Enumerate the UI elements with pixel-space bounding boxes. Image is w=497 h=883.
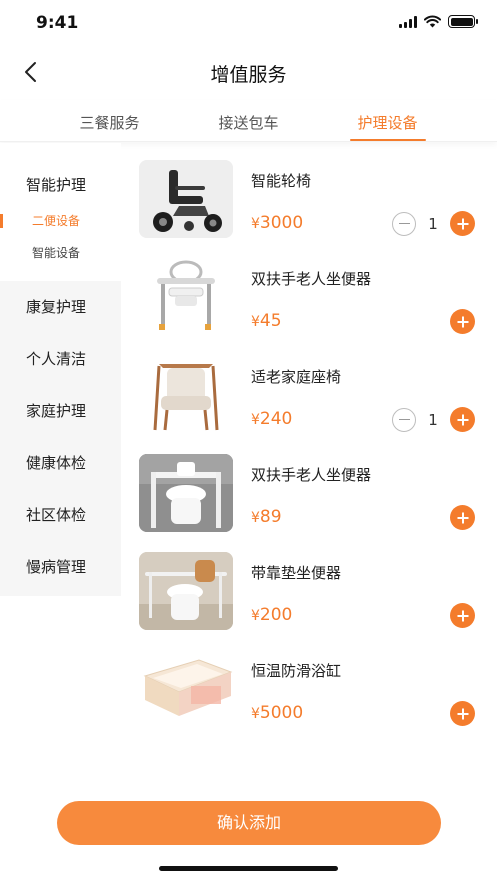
minus-icon: [398, 418, 410, 421]
toilet-rails-image[interactable]: [139, 454, 233, 532]
product-name: 恒温防滑浴缸: [251, 662, 342, 680]
product-price: ¥5000: [251, 703, 304, 723]
quantity-stepper: [450, 505, 475, 530]
battery-icon: [448, 15, 478, 28]
sidebar-item-community-checkup[interactable]: 社区体检: [0, 489, 121, 541]
home-indicator: [159, 866, 338, 871]
product-price: ¥89: [251, 507, 282, 527]
category-sidebar: 智能护理 二便设备 智能设备 康复护理 个人清洁 家庭护理 健康体检 社区体检 …: [0, 143, 121, 596]
product-price: ¥45: [251, 311, 282, 331]
page-title: 增值服务: [210, 64, 287, 86]
product-name: 带靠垫坐便器: [251, 564, 342, 582]
minus-icon: [398, 222, 410, 225]
sidebar-group-smart-care: 智能护理 二便设备 智能设备: [0, 143, 121, 281]
sidebar-item-health-checkup[interactable]: 健康体检: [0, 437, 121, 489]
product-price: ¥200: [251, 605, 293, 625]
tab-care-equipment[interactable]: 护理设备: [333, 100, 443, 141]
sidebar-item-chronic-disease[interactable]: 慢病管理: [0, 541, 121, 593]
sidebar-sub-smart-equipment[interactable]: 智能设备: [0, 237, 121, 269]
quantity-value: 1: [428, 214, 438, 233]
product-item: 适老家庭座椅 ¥240 1: [139, 356, 479, 454]
tab-bar: 三餐服务 接送包车 护理设备: [0, 100, 497, 142]
product-name: 适老家庭座椅: [251, 368, 342, 386]
quantity-stepper: [450, 309, 475, 334]
product-item: 双扶手老人坐便器 ¥89: [139, 454, 479, 552]
quantity-stepper: [450, 603, 475, 628]
nav-bar: 增值服务: [0, 48, 497, 96]
backrest-toilet-image[interactable]: [139, 552, 233, 630]
product-item: 智能轮椅 ¥3000 1: [139, 160, 479, 258]
decrease-button[interactable]: [392, 211, 416, 236]
quantity-stepper: 1: [392, 211, 475, 236]
product-price: ¥240: [251, 409, 293, 429]
signal-icon: [399, 15, 417, 28]
decrease-button[interactable]: [392, 407, 416, 432]
confirm-add-button[interactable]: 确认添加: [57, 801, 441, 845]
increase-button[interactable]: [450, 211, 475, 236]
status-icons: [399, 15, 478, 28]
tab-transport[interactable]: 接送包车: [194, 100, 304, 141]
wheelchair-image[interactable]: [139, 160, 233, 238]
quantity-stepper: 1: [392, 407, 475, 432]
sidebar-sub-toilet-equipment[interactable]: 二便设备: [0, 205, 121, 237]
status-time: 9:41: [36, 13, 79, 33]
sidebar-item-personal-cleaning[interactable]: 个人清洁: [0, 333, 121, 385]
quantity-stepper: [450, 701, 475, 726]
increase-button[interactable]: [450, 603, 475, 628]
product-name: 双扶手老人坐便器: [251, 270, 372, 288]
quantity-value: 1: [428, 410, 438, 429]
product-name: 双扶手老人坐便器: [251, 466, 372, 484]
sidebar-item-home-care[interactable]: 家庭护理: [0, 385, 121, 437]
increase-button[interactable]: [450, 407, 475, 432]
bathtub-image[interactable]: [139, 650, 233, 728]
product-item: 双扶手老人坐便器 ¥45: [139, 258, 479, 356]
commode-frame-image[interactable]: [139, 258, 233, 336]
increase-button[interactable]: [450, 505, 475, 530]
product-list: 智能轮椅 ¥3000 1 双扶手老人坐便器 ¥45 适老家庭座椅 ¥240 1 …: [139, 160, 479, 748]
armchair-image[interactable]: [139, 356, 233, 434]
tab-meals[interactable]: 三餐服务: [55, 100, 165, 141]
sidebar-item-smart-care[interactable]: 智能护理: [0, 143, 121, 205]
product-price: ¥3000: [251, 213, 304, 233]
increase-button[interactable]: [450, 701, 475, 726]
increase-button[interactable]: [450, 309, 475, 334]
product-item: 恒温防滑浴缸 ¥5000: [139, 650, 479, 748]
wifi-icon: [424, 15, 441, 28]
status-bar: 9:41: [0, 0, 497, 48]
product-name: 智能轮椅: [251, 172, 312, 190]
product-item: 带靠垫坐便器 ¥200: [139, 552, 479, 650]
sidebar-item-rehab[interactable]: 康复护理: [0, 281, 121, 333]
